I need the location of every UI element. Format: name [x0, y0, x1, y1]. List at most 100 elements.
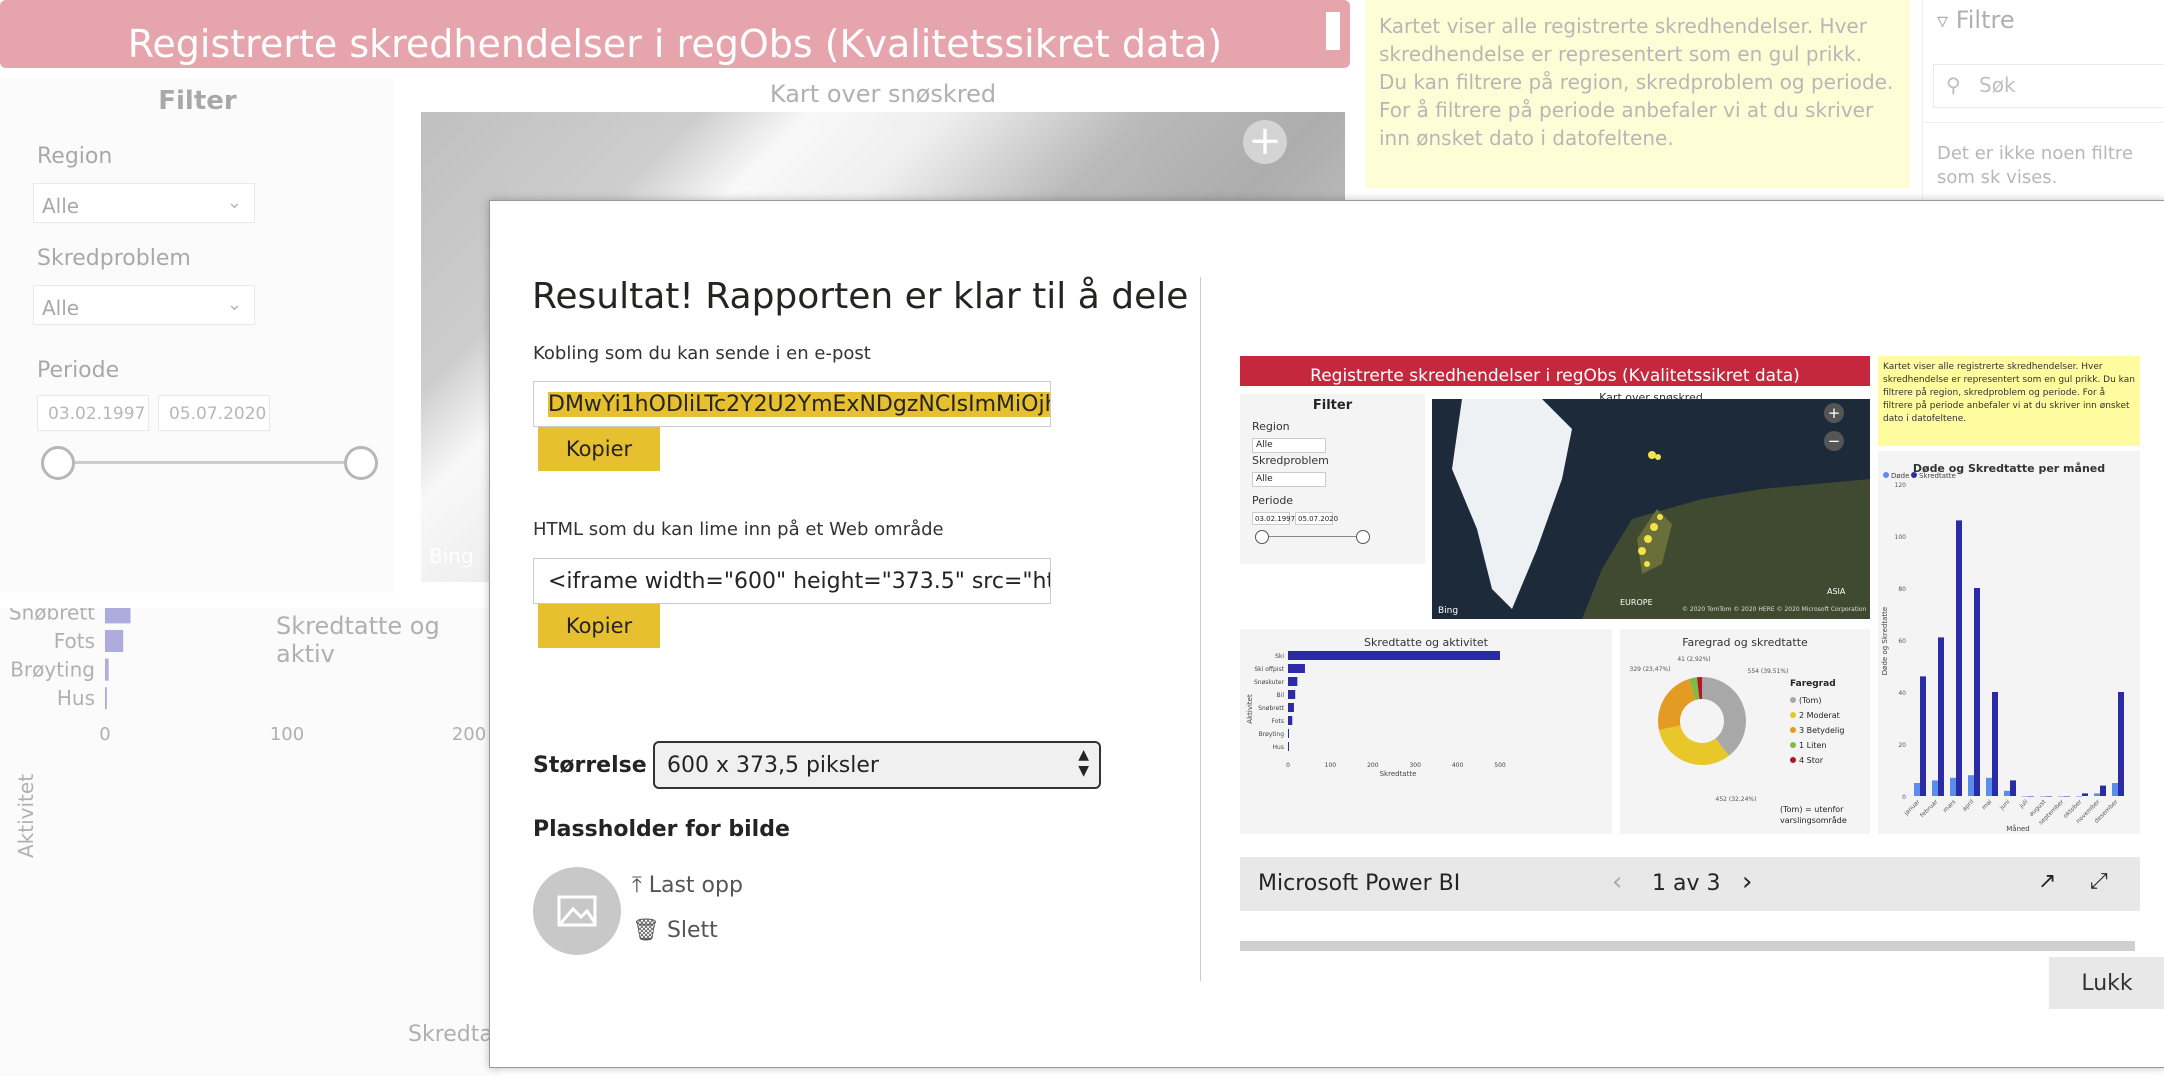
bar	[1938, 637, 1944, 796]
next-page-icon[interactable]: ›	[1742, 867, 1752, 897]
page-indicator: 1 av 3	[1652, 871, 1721, 896]
preview-filter-panel: Filter Region Alle Skredproblem Alle Per…	[1240, 394, 1425, 564]
bar	[1288, 690, 1296, 699]
upload-label: Last opp	[648, 873, 743, 898]
legend-label: 2 Moderat	[1799, 711, 1840, 720]
skredproblem-value: Alle	[42, 296, 80, 320]
x-tick-label: 200	[1367, 762, 1379, 769]
email-link-field[interactable]: DMwYi1hODliLTc2Y2U2YmExNDgzNCIsImMiOjh9	[533, 381, 1051, 427]
legend-dot-icon	[1790, 742, 1796, 748]
bing-logo: Bing	[429, 544, 474, 568]
preview-title-text: Registrerte skredhendelser i regObs (Kva…	[1310, 366, 1800, 386]
zoom-in-icon[interactable]: +	[1824, 403, 1844, 423]
bar	[2118, 692, 2124, 796]
monthly-ylabel: Døde og Skredtatte	[1881, 607, 1889, 675]
x-tick-label: juli	[2018, 798, 2030, 810]
y-tick-label: 100	[1895, 534, 1907, 541]
bar	[1288, 742, 1289, 751]
bar	[2046, 796, 2052, 797]
html-embed-field[interactable]: <iframe width="600" height="373.5" src="…	[533, 558, 1051, 604]
bar	[105, 630, 124, 652]
bar-category-label: Ski offpist	[1254, 666, 1284, 673]
svg-text:−: −	[1828, 432, 1841, 450]
filter-heading: Filter	[158, 86, 237, 116]
bar	[2094, 793, 2100, 796]
preview-slider-end-handle[interactable]	[1356, 530, 1370, 544]
report-title: Registrerte skredhendelser i regObs (Kva…	[0, 0, 1350, 68]
bar	[2004, 790, 2010, 796]
preview-donut-footnote: (Tom) = utenfor varslingsområde	[1780, 805, 1847, 825]
filters-search-input[interactable]: ⚲ Søk	[1933, 64, 2164, 108]
bar-category-label: Brøyting	[10, 658, 95, 682]
x-tick-label: 300	[1409, 762, 1421, 769]
preview-map-europe: EUROPE	[1620, 598, 1653, 607]
donut-legend-item: 1 Liten	[1790, 738, 1870, 753]
email-link-label: Kobling som du kan sende i en e-post	[533, 343, 871, 364]
svg-text:+: +	[1828, 404, 1841, 422]
report-preview: Registrerte skredhendelser i regObs (Kva…	[1240, 356, 2140, 856]
share-icon[interactable]: ↗	[2038, 869, 2056, 894]
bar	[1968, 775, 1974, 796]
bar	[1932, 780, 1938, 796]
close-button[interactable]: Lukk	[2049, 957, 2164, 1009]
divider	[1923, 122, 2164, 123]
x-tick-label: 500	[1494, 762, 1506, 769]
preview-map[interactable]: + − ASIA EUROPE © 2020 TomTom © 2020 HER…	[1432, 399, 1870, 619]
upload-link[interactable]: ⤒ Last opp	[632, 873, 743, 898]
plus-icon[interactable]: +	[1243, 120, 1287, 164]
bar-chart-panel: Skredtatte og aktiv Aktivitet Skredtat S…	[0, 608, 502, 1076]
email-link-value: DMwYi1hODliLTc2Y2U2YmExNDgzNCIsImMiOjh9	[548, 392, 1050, 417]
x-tick-label: 0	[1286, 762, 1290, 769]
y-tick-label: 40	[1898, 690, 1906, 697]
dialog-title: Resultat! Rapporten er klar til å dele	[532, 276, 1189, 317]
fullscreen-icon[interactable]: ⤢	[2090, 869, 2108, 894]
skredproblem-dropdown[interactable]: Alle ⌄	[33, 285, 255, 325]
donut-slice	[1658, 678, 1696, 730]
period-slider-start-handle[interactable]	[41, 446, 75, 480]
bar-category-label: Ski	[1275, 653, 1284, 660]
bar	[105, 687, 107, 710]
x-tick-label: 100	[1325, 762, 1337, 769]
bar-category-label: Snøskuter	[1254, 679, 1285, 686]
legend-label: 4 Stor	[1799, 756, 1824, 765]
legend-dot-icon	[1790, 697, 1796, 703]
prev-page-icon[interactable]: ‹	[1612, 867, 1622, 897]
preview-scrollbar[interactable]	[1240, 941, 2135, 951]
search-icon: ⚲	[1946, 73, 1961, 97]
bar-category-label: Bil	[1277, 692, 1285, 699]
preview-region-dropdown[interactable]: Alle	[1252, 438, 1326, 453]
preview-monthly-chart: Døde Skredtatte020406080100120januarfebru…	[1881, 472, 2124, 833]
copy-link-button[interactable]: Kopier	[538, 427, 660, 471]
copy-html-button[interactable]: Kopier	[538, 604, 660, 648]
bar	[1992, 692, 1998, 796]
date-to-input[interactable]: 05.07.2020	[158, 395, 270, 431]
preview-bing-logo: Bing	[1438, 606, 1458, 616]
image-placeholder	[533, 867, 621, 955]
preview-date-to[interactable]: 05.07.2020	[1295, 512, 1338, 525]
delete-link[interactable]: 🗑 Slett	[632, 918, 718, 943]
powerbi-brand: Microsoft Power BI	[1258, 871, 1461, 896]
region-dropdown[interactable]: Alle ⌄	[33, 183, 255, 223]
preview-footer: Microsoft Power BI ‹ 1 av 3 › ↗ ⤢	[1240, 857, 2140, 911]
legend-dot-icon	[1883, 472, 1889, 478]
report-title-text: Registrerte skredhendelser i regObs (Kva…	[127, 22, 1223, 66]
bar	[1288, 716, 1293, 725]
donut-legend-item: 2 Moderat	[1790, 708, 1870, 723]
x-tick-label: mars	[1942, 798, 1958, 814]
bar	[2040, 796, 2046, 797]
size-select[interactable]: 600 x 373,5 piksler ▲ ▼	[653, 741, 1101, 789]
period-slider-end-handle[interactable]	[344, 446, 378, 480]
preview-skredproblem-dropdown[interactable]: Alle	[1252, 472, 1326, 487]
preview-bar-panel: Skredtatte og aktivitet Ski Ski offpist Sn…	[1240, 629, 1612, 834]
preview-skredproblem-label: Skredproblem	[1252, 454, 1329, 467]
period-slider-track[interactable]	[58, 461, 360, 464]
size-select-value: 600 x 373,5 piksler	[667, 753, 879, 778]
preview-date-from[interactable]: 03.02.1997	[1252, 512, 1295, 525]
date-from-input[interactable]: 03.02.1997	[37, 395, 149, 431]
zoom-out-icon[interactable]: −	[1824, 431, 1844, 451]
y-tick-label: 0	[1902, 794, 1906, 801]
bar	[2064, 796, 2070, 797]
preview-slider-start-handle[interactable]	[1255, 530, 1269, 544]
preview-slider-track[interactable]	[1262, 536, 1362, 537]
select-arrows-icon: ▲ ▼	[1078, 747, 1089, 779]
